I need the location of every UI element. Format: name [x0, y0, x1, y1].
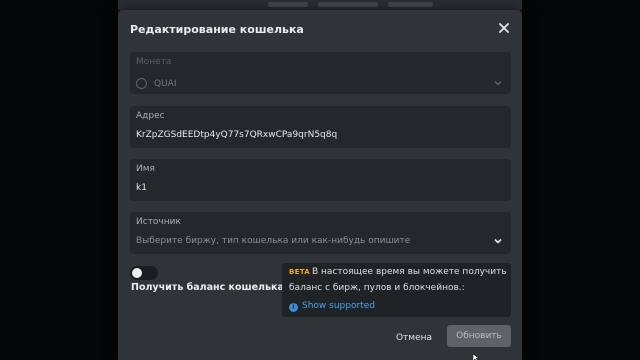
coin-select: Монета QUAI	[130, 52, 511, 94]
beta-badge: BETA	[289, 268, 310, 276]
modal-title: Редактирование кошелька	[130, 23, 304, 36]
mouse-cursor-icon	[473, 354, 480, 360]
close-button[interactable]	[496, 20, 512, 36]
name-field[interactable]: Имя k1	[130, 159, 511, 201]
name-label: Имя	[136, 164, 155, 174]
source-label: Источник	[136, 217, 181, 227]
info-icon: i	[289, 303, 298, 312]
coin-value: QUAI	[154, 79, 177, 89]
address-value[interactable]: KrZpZGSdEEDtp4yQ77s7QRxwCPa9qrN5q8q	[136, 130, 337, 140]
coin-label: Монета	[136, 57, 172, 67]
update-button[interactable]: Обновить	[447, 325, 511, 347]
show-supported-link[interactable]: Show supported	[302, 301, 375, 311]
toggle-knob	[132, 268, 142, 278]
source-select[interactable]: Источник Выберите биржу, тип кошелька ил…	[130, 212, 511, 254]
balance-toggle-label: Получить баланс кошелька	[131, 282, 284, 293]
info-text-line1: В настоящее время вы можете получить	[312, 267, 507, 277]
info-text-line2: баланс с бирж, пулов и блокчейнов.:	[289, 283, 465, 293]
balance-toggle[interactable]	[130, 266, 158, 280]
name-value[interactable]: k1	[136, 183, 147, 193]
address-field[interactable]: Адрес KrZpZGSdEEDtp4yQ77s7QRxwCPa9qrN5q8…	[130, 106, 511, 148]
cancel-button[interactable]: Отмена	[388, 328, 440, 348]
beta-info-box: BETA В настоящее время вы можете получит…	[282, 263, 511, 317]
chevron-down-icon[interactable]	[493, 236, 503, 246]
coin-circle-icon	[136, 78, 147, 89]
address-label: Адрес	[136, 111, 165, 121]
background-page-strip	[118, 0, 522, 10]
edit-wallet-modal: Редактирование кошелька Монета QUAI Адре…	[118, 10, 522, 360]
source-placeholder: Выберите биржу, тип кошелька или как-ниб…	[136, 236, 411, 246]
close-icon	[499, 23, 509, 33]
chevron-down-icon	[494, 80, 502, 86]
